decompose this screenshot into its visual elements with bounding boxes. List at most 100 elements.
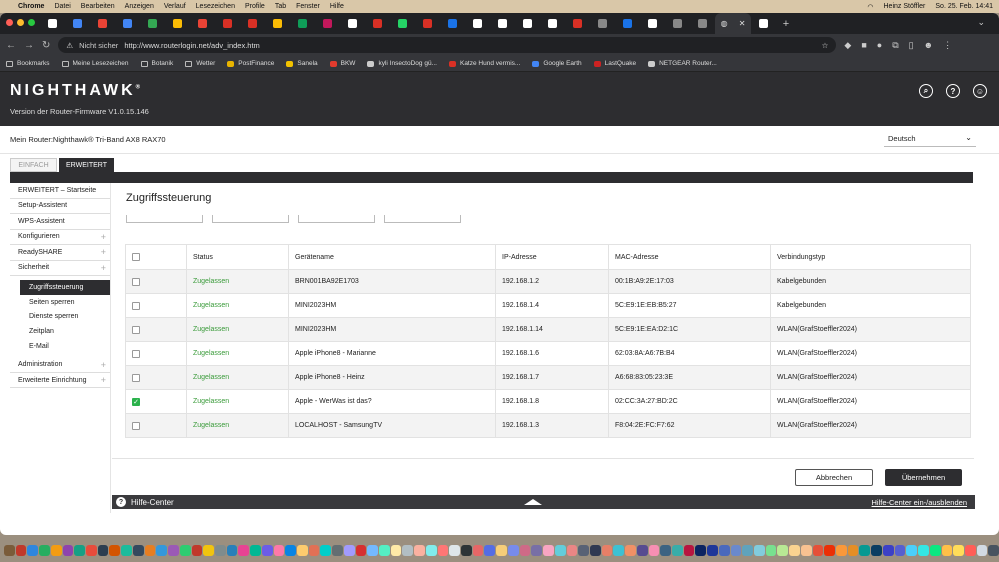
tab-favicon[interactable] bbox=[140, 13, 165, 34]
row-checkbox[interactable] bbox=[132, 349, 140, 358]
dock-app-icon[interactable] bbox=[109, 545, 121, 556]
dock-app-icon[interactable] bbox=[39, 545, 50, 556]
menu-item[interactable]: Lesezeichen bbox=[196, 3, 235, 10]
sidepanel-icon[interactable]: ▯ bbox=[909, 40, 914, 51]
bookmark-item[interactable]: Meine Lesezeichen bbox=[61, 60, 129, 67]
action-button[interactable] bbox=[212, 215, 289, 223]
bookmark-item[interactable]: LastQuake bbox=[593, 60, 636, 67]
dock-app-icon[interactable] bbox=[894, 545, 906, 556]
tab-favicon[interactable] bbox=[615, 13, 640, 34]
sidebar-item[interactable]: Administration + bbox=[10, 357, 110, 373]
menu-item[interactable]: Verlauf bbox=[164, 3, 186, 10]
tab-active[interactable]: ◍ ✕ bbox=[715, 13, 751, 34]
dock-app-icon[interactable] bbox=[906, 545, 918, 556]
address-bar[interactable]: ⚠ Nicht sicher http://www.routerlogin.ne… bbox=[58, 37, 837, 53]
dock-app-icon[interactable] bbox=[976, 545, 988, 556]
dock-app-icon[interactable] bbox=[226, 545, 238, 556]
tab-favicon[interactable] bbox=[215, 13, 240, 34]
dock-app-icon[interactable] bbox=[4, 545, 15, 556]
table-row[interactable]: Zugelassen MINI2023HM 192.168.1.4 5C:E9:1E:… bbox=[125, 293, 971, 318]
dock-app-icon[interactable] bbox=[988, 545, 999, 556]
dock-app-icon[interactable] bbox=[671, 545, 683, 556]
dock-app-icon[interactable] bbox=[882, 545, 894, 556]
dock-app-icon[interactable] bbox=[238, 545, 250, 556]
plus-icon[interactable]: + bbox=[101, 375, 106, 385]
dock-app-icon[interactable] bbox=[742, 545, 753, 556]
dock-app-icon[interactable] bbox=[332, 545, 343, 556]
dock-app-icon[interactable] bbox=[871, 545, 882, 556]
bookmark-item[interactable]: kyli InsectoDog gü... bbox=[367, 60, 437, 67]
dock-app-icon[interactable] bbox=[648, 545, 660, 556]
dock-app-icon[interactable] bbox=[367, 545, 378, 556]
dock-app-icon[interactable] bbox=[15, 545, 27, 556]
dock-app-icon[interactable] bbox=[765, 545, 777, 556]
tab-erweitert[interactable]: ERWEITERT bbox=[59, 158, 114, 172]
table-row[interactable]: Zugelassen Apple iPhone8 - Marianne 192.16… bbox=[125, 341, 971, 366]
extensions-puzzle-icon[interactable]: ⧉ bbox=[892, 40, 898, 51]
tab-favicon[interactable] bbox=[340, 13, 365, 34]
tab-favicon[interactable] bbox=[190, 13, 215, 34]
dock-app-icon[interactable] bbox=[496, 545, 507, 556]
dock-app-icon[interactable] bbox=[543, 545, 554, 556]
dock-app-icon[interactable] bbox=[27, 545, 39, 556]
row-checkbox[interactable]: ✓ bbox=[132, 397, 140, 406]
dock-app-icon[interactable] bbox=[531, 545, 543, 556]
menu-item[interactable]: Chrome bbox=[18, 3, 44, 10]
language-select[interactable]: Deutsch ⌄ bbox=[884, 132, 976, 147]
menu-kebab-icon[interactable]: ⋮ bbox=[943, 40, 952, 51]
dock-app-icon[interactable] bbox=[660, 545, 671, 556]
user-account-icon[interactable]: ☺ bbox=[973, 84, 987, 98]
dock-app-icon[interactable] bbox=[379, 545, 390, 556]
tab-favicon[interactable] bbox=[590, 13, 615, 34]
extension-icon[interactable]: ● bbox=[877, 40, 882, 51]
tab-favicon[interactable] bbox=[40, 13, 65, 34]
tab-favicon[interactable] bbox=[290, 13, 315, 34]
bookmark-item[interactable]: Botanik bbox=[140, 60, 173, 67]
dock-app-icon[interactable] bbox=[812, 545, 824, 556]
sidebar-item[interactable]: Erweiterte Einrichtung + bbox=[10, 373, 110, 389]
row-checkbox[interactable] bbox=[132, 421, 140, 430]
help-toggle-link[interactable]: Hilfe-Center ein-/ausblenden bbox=[872, 498, 967, 507]
menu-item[interactable]: Profile bbox=[245, 3, 265, 10]
plus-icon[interactable]: + bbox=[101, 232, 106, 242]
dock-app-icon[interactable] bbox=[390, 545, 402, 556]
tab-favicon[interactable] bbox=[415, 13, 440, 34]
dock-app-icon[interactable] bbox=[695, 545, 707, 556]
plus-icon[interactable]: + bbox=[101, 360, 106, 370]
sidebar-item[interactable]: ERWEITERT – Startseite bbox=[10, 183, 110, 199]
extension-icon[interactable]: ■ bbox=[861, 40, 866, 51]
dock-app-icon[interactable] bbox=[589, 545, 601, 556]
dock-app-icon[interactable] bbox=[918, 545, 929, 556]
tab-favicon[interactable] bbox=[565, 13, 590, 34]
tab-favicon[interactable] bbox=[365, 13, 390, 34]
dock-app-icon[interactable] bbox=[414, 545, 425, 556]
bookmark-item[interactable]: Bookmarks bbox=[6, 60, 50, 67]
minimize-window-icon[interactable] bbox=[17, 19, 24, 26]
dock-app-icon[interactable] bbox=[355, 545, 367, 556]
tab-favicon[interactable] bbox=[665, 13, 690, 34]
bookmark-item[interactable]: BKW bbox=[329, 60, 355, 67]
dock-app-icon[interactable] bbox=[191, 545, 203, 556]
dock-app-icon[interactable] bbox=[613, 545, 625, 556]
dock-app-icon[interactable] bbox=[402, 545, 414, 556]
new-tab-button[interactable]: + bbox=[776, 18, 796, 30]
dock-app-icon[interactable] bbox=[601, 545, 613, 556]
tab-favicon[interactable] bbox=[490, 13, 515, 34]
extension-icon[interactable]: ◆ bbox=[844, 40, 851, 51]
sidebar-subitem[interactable]: Seiten sperren bbox=[10, 295, 110, 310]
select-all-checkbox[interactable] bbox=[132, 253, 140, 261]
dock-app-icon[interactable] bbox=[554, 545, 566, 556]
wifi-icon[interactable]: ◠ bbox=[867, 3, 873, 11]
dock-app-icon[interactable] bbox=[730, 545, 742, 556]
clock[interactable]: So. 25. Feb. 14:41 bbox=[935, 3, 993, 10]
menu-item[interactable]: Datei bbox=[54, 3, 70, 10]
reload-icon[interactable]: ↻ bbox=[42, 40, 50, 51]
dock-app-icon[interactable] bbox=[941, 545, 953, 556]
tab-close-icon[interactable]: ✕ bbox=[739, 19, 746, 28]
dock-app-icon[interactable] bbox=[144, 545, 156, 556]
dock-app-icon[interactable] bbox=[484, 545, 496, 556]
plus-icon[interactable]: + bbox=[101, 247, 106, 257]
dock-app-icon[interactable] bbox=[507, 545, 519, 556]
tab-favicon[interactable] bbox=[465, 13, 490, 34]
dock-app-icon[interactable] bbox=[625, 545, 636, 556]
